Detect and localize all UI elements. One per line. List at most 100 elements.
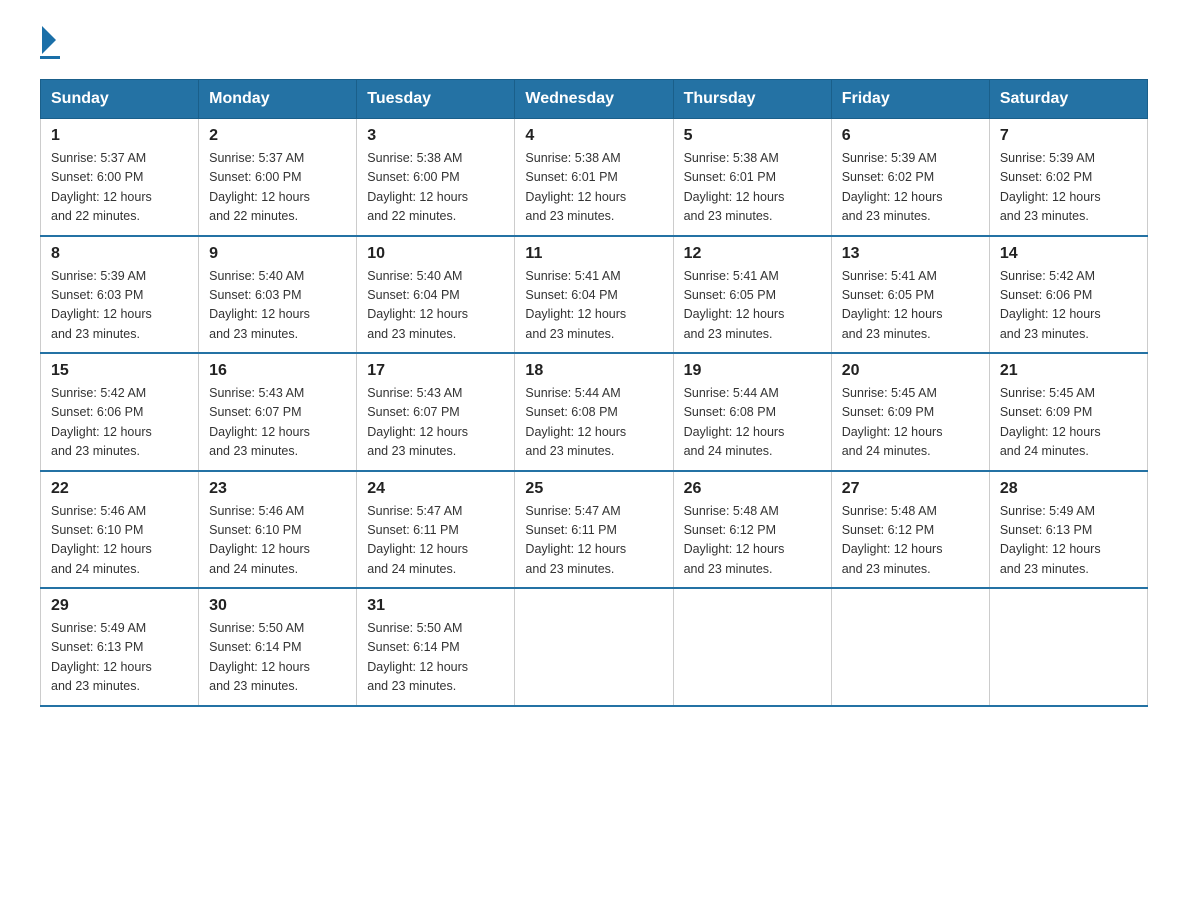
day-number: 30 bbox=[209, 597, 346, 615]
day-number: 2 bbox=[209, 127, 346, 145]
calendar-body: 1 Sunrise: 5:37 AMSunset: 6:00 PMDayligh… bbox=[41, 119, 1148, 706]
day-number: 25 bbox=[525, 480, 662, 498]
day-cell bbox=[989, 588, 1147, 706]
calendar-header: SundayMondayTuesdayWednesdayThursdayFrid… bbox=[41, 80, 1148, 119]
day-cell: 8 Sunrise: 5:39 AMSunset: 6:03 PMDayligh… bbox=[41, 236, 199, 354]
column-header-sunday: Sunday bbox=[41, 80, 199, 119]
day-number: 13 bbox=[842, 245, 979, 263]
day-info: Sunrise: 5:44 AMSunset: 6:08 PMDaylight:… bbox=[684, 384, 821, 462]
day-info: Sunrise: 5:41 AMSunset: 6:04 PMDaylight:… bbox=[525, 267, 662, 345]
day-cell: 15 Sunrise: 5:42 AMSunset: 6:06 PMDaylig… bbox=[41, 353, 199, 471]
day-cell: 28 Sunrise: 5:49 AMSunset: 6:13 PMDaylig… bbox=[989, 471, 1147, 589]
day-number: 15 bbox=[51, 362, 188, 380]
week-row-2: 8 Sunrise: 5:39 AMSunset: 6:03 PMDayligh… bbox=[41, 236, 1148, 354]
day-cell bbox=[831, 588, 989, 706]
day-info: Sunrise: 5:38 AMSunset: 6:01 PMDaylight:… bbox=[684, 149, 821, 227]
day-number: 28 bbox=[1000, 480, 1137, 498]
day-number: 27 bbox=[842, 480, 979, 498]
day-cell: 12 Sunrise: 5:41 AMSunset: 6:05 PMDaylig… bbox=[673, 236, 831, 354]
day-info: Sunrise: 5:39 AMSunset: 6:02 PMDaylight:… bbox=[1000, 149, 1137, 227]
day-cell: 24 Sunrise: 5:47 AMSunset: 6:11 PMDaylig… bbox=[357, 471, 515, 589]
day-info: Sunrise: 5:38 AMSunset: 6:00 PMDaylight:… bbox=[367, 149, 504, 227]
calendar-table: SundayMondayTuesdayWednesdayThursdayFrid… bbox=[40, 79, 1148, 707]
day-cell: 11 Sunrise: 5:41 AMSunset: 6:04 PMDaylig… bbox=[515, 236, 673, 354]
day-number: 3 bbox=[367, 127, 504, 145]
day-cell: 13 Sunrise: 5:41 AMSunset: 6:05 PMDaylig… bbox=[831, 236, 989, 354]
day-number: 29 bbox=[51, 597, 188, 615]
day-cell: 20 Sunrise: 5:45 AMSunset: 6:09 PMDaylig… bbox=[831, 353, 989, 471]
day-info: Sunrise: 5:44 AMSunset: 6:08 PMDaylight:… bbox=[525, 384, 662, 462]
day-number: 14 bbox=[1000, 245, 1137, 263]
day-info: Sunrise: 5:47 AMSunset: 6:11 PMDaylight:… bbox=[367, 502, 504, 580]
day-cell: 22 Sunrise: 5:46 AMSunset: 6:10 PMDaylig… bbox=[41, 471, 199, 589]
day-number: 23 bbox=[209, 480, 346, 498]
day-cell: 26 Sunrise: 5:48 AMSunset: 6:12 PMDaylig… bbox=[673, 471, 831, 589]
day-info: Sunrise: 5:39 AMSunset: 6:03 PMDaylight:… bbox=[51, 267, 188, 345]
logo bbox=[40, 30, 60, 59]
day-cell: 3 Sunrise: 5:38 AMSunset: 6:00 PMDayligh… bbox=[357, 119, 515, 236]
column-header-wednesday: Wednesday bbox=[515, 80, 673, 119]
day-cell: 30 Sunrise: 5:50 AMSunset: 6:14 PMDaylig… bbox=[199, 588, 357, 706]
week-row-1: 1 Sunrise: 5:37 AMSunset: 6:00 PMDayligh… bbox=[41, 119, 1148, 236]
day-number: 20 bbox=[842, 362, 979, 380]
day-number: 21 bbox=[1000, 362, 1137, 380]
day-info: Sunrise: 5:48 AMSunset: 6:12 PMDaylight:… bbox=[842, 502, 979, 580]
day-number: 7 bbox=[1000, 127, 1137, 145]
day-number: 6 bbox=[842, 127, 979, 145]
day-number: 22 bbox=[51, 480, 188, 498]
day-cell: 5 Sunrise: 5:38 AMSunset: 6:01 PMDayligh… bbox=[673, 119, 831, 236]
day-cell: 19 Sunrise: 5:44 AMSunset: 6:08 PMDaylig… bbox=[673, 353, 831, 471]
column-header-tuesday: Tuesday bbox=[357, 80, 515, 119]
day-number: 16 bbox=[209, 362, 346, 380]
day-info: Sunrise: 5:43 AMSunset: 6:07 PMDaylight:… bbox=[367, 384, 504, 462]
day-info: Sunrise: 5:48 AMSunset: 6:12 PMDaylight:… bbox=[684, 502, 821, 580]
day-cell: 6 Sunrise: 5:39 AMSunset: 6:02 PMDayligh… bbox=[831, 119, 989, 236]
day-info: Sunrise: 5:41 AMSunset: 6:05 PMDaylight:… bbox=[842, 267, 979, 345]
day-cell: 4 Sunrise: 5:38 AMSunset: 6:01 PMDayligh… bbox=[515, 119, 673, 236]
column-header-saturday: Saturday bbox=[989, 80, 1147, 119]
column-header-thursday: Thursday bbox=[673, 80, 831, 119]
day-info: Sunrise: 5:37 AMSunset: 6:00 PMDaylight:… bbox=[51, 149, 188, 227]
day-info: Sunrise: 5:39 AMSunset: 6:02 PMDaylight:… bbox=[842, 149, 979, 227]
day-number: 8 bbox=[51, 245, 188, 263]
day-cell: 2 Sunrise: 5:37 AMSunset: 6:00 PMDayligh… bbox=[199, 119, 357, 236]
day-info: Sunrise: 5:41 AMSunset: 6:05 PMDaylight:… bbox=[684, 267, 821, 345]
logo-triangle-icon bbox=[42, 26, 56, 54]
day-info: Sunrise: 5:42 AMSunset: 6:06 PMDaylight:… bbox=[1000, 267, 1137, 345]
week-row-3: 15 Sunrise: 5:42 AMSunset: 6:06 PMDaylig… bbox=[41, 353, 1148, 471]
day-number: 10 bbox=[367, 245, 504, 263]
day-number: 17 bbox=[367, 362, 504, 380]
day-cell: 23 Sunrise: 5:46 AMSunset: 6:10 PMDaylig… bbox=[199, 471, 357, 589]
week-row-4: 22 Sunrise: 5:46 AMSunset: 6:10 PMDaylig… bbox=[41, 471, 1148, 589]
header-row: SundayMondayTuesdayWednesdayThursdayFrid… bbox=[41, 80, 1148, 119]
day-cell bbox=[515, 588, 673, 706]
day-number: 1 bbox=[51, 127, 188, 145]
day-cell: 25 Sunrise: 5:47 AMSunset: 6:11 PMDaylig… bbox=[515, 471, 673, 589]
day-info: Sunrise: 5:42 AMSunset: 6:06 PMDaylight:… bbox=[51, 384, 188, 462]
day-number: 24 bbox=[367, 480, 504, 498]
page-header bbox=[40, 30, 1148, 59]
day-info: Sunrise: 5:43 AMSunset: 6:07 PMDaylight:… bbox=[209, 384, 346, 462]
day-cell: 10 Sunrise: 5:40 AMSunset: 6:04 PMDaylig… bbox=[357, 236, 515, 354]
day-info: Sunrise: 5:38 AMSunset: 6:01 PMDaylight:… bbox=[525, 149, 662, 227]
day-number: 31 bbox=[367, 597, 504, 615]
day-info: Sunrise: 5:46 AMSunset: 6:10 PMDaylight:… bbox=[51, 502, 188, 580]
column-header-monday: Monday bbox=[199, 80, 357, 119]
day-number: 11 bbox=[525, 245, 662, 263]
day-cell: 21 Sunrise: 5:45 AMSunset: 6:09 PMDaylig… bbox=[989, 353, 1147, 471]
day-info: Sunrise: 5:45 AMSunset: 6:09 PMDaylight:… bbox=[1000, 384, 1137, 462]
day-cell: 14 Sunrise: 5:42 AMSunset: 6:06 PMDaylig… bbox=[989, 236, 1147, 354]
day-cell: 18 Sunrise: 5:44 AMSunset: 6:08 PMDaylig… bbox=[515, 353, 673, 471]
day-cell: 1 Sunrise: 5:37 AMSunset: 6:00 PMDayligh… bbox=[41, 119, 199, 236]
day-info: Sunrise: 5:40 AMSunset: 6:03 PMDaylight:… bbox=[209, 267, 346, 345]
day-cell: 7 Sunrise: 5:39 AMSunset: 6:02 PMDayligh… bbox=[989, 119, 1147, 236]
day-info: Sunrise: 5:40 AMSunset: 6:04 PMDaylight:… bbox=[367, 267, 504, 345]
day-number: 4 bbox=[525, 127, 662, 145]
day-cell: 31 Sunrise: 5:50 AMSunset: 6:14 PMDaylig… bbox=[357, 588, 515, 706]
day-cell bbox=[673, 588, 831, 706]
day-info: Sunrise: 5:49 AMSunset: 6:13 PMDaylight:… bbox=[51, 619, 188, 697]
day-number: 19 bbox=[684, 362, 821, 380]
day-info: Sunrise: 5:46 AMSunset: 6:10 PMDaylight:… bbox=[209, 502, 346, 580]
day-info: Sunrise: 5:37 AMSunset: 6:00 PMDaylight:… bbox=[209, 149, 346, 227]
day-number: 9 bbox=[209, 245, 346, 263]
